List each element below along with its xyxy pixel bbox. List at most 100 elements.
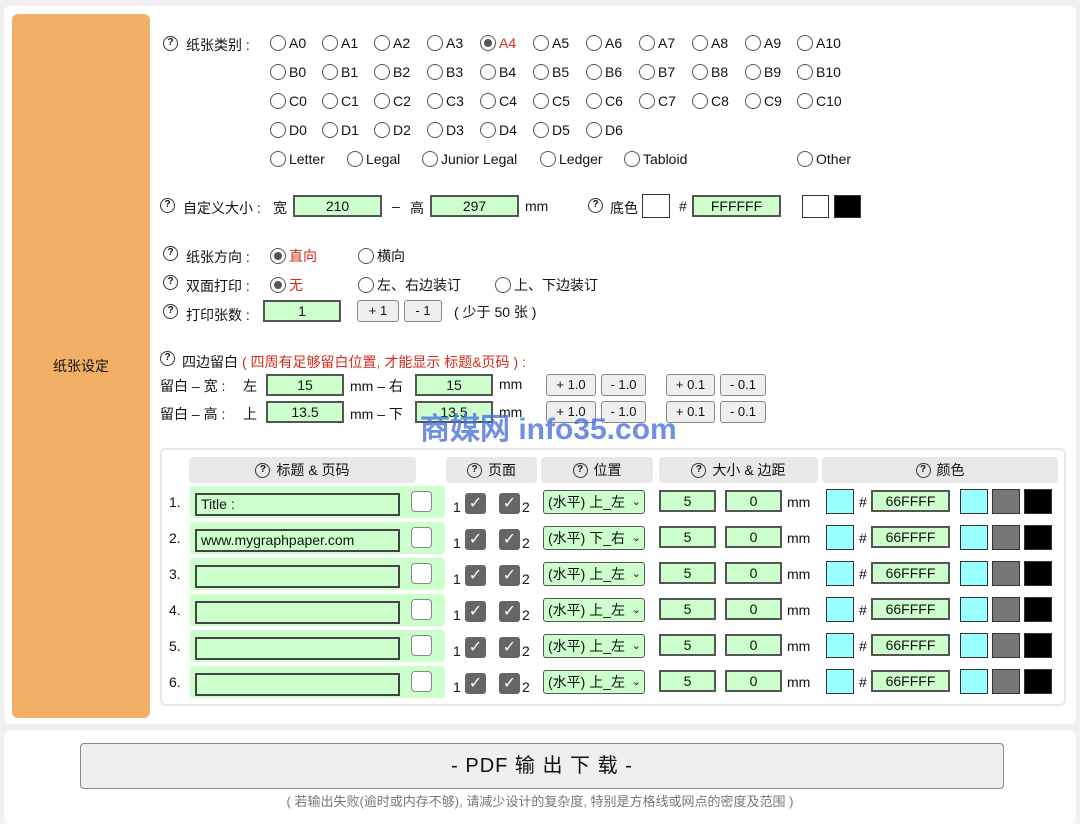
header-margin-input[interactable]: 0 xyxy=(725,598,782,620)
orientation-help-icon[interactable]: ? xyxy=(163,246,178,261)
radio-circle[interactable] xyxy=(374,35,390,51)
paper-size-d6[interactable]: D6 xyxy=(586,122,623,138)
header-color-swatch[interactable] xyxy=(992,669,1020,694)
page-1-checkbox[interactable]: ✓ xyxy=(465,493,486,514)
radio-circle[interactable] xyxy=(745,93,761,109)
page-2-checkbox[interactable]: ✓ xyxy=(499,601,520,622)
page-2-checkbox[interactable]: ✓ xyxy=(499,637,520,658)
radio-circle[interactable] xyxy=(533,64,549,80)
radio-circle[interactable] xyxy=(480,93,496,109)
paper-type-help-icon[interactable]: ? xyxy=(163,36,178,51)
paper-size-b9[interactable]: B9 xyxy=(745,64,781,80)
position-select[interactable]: (水平) 上_左 ⌄ xyxy=(543,562,645,586)
paper-size-c4[interactable]: C4 xyxy=(480,93,517,109)
radio-circle[interactable] xyxy=(540,151,556,167)
orientation-landscape[interactable]: 横向 xyxy=(358,246,405,266)
header-text-input[interactable] xyxy=(195,565,400,588)
radio-circle[interactable] xyxy=(374,122,390,138)
copies-plus-button[interactable]: + 1 xyxy=(357,300,399,322)
radio-circle[interactable] xyxy=(797,35,813,51)
paper-size-a9[interactable]: A9 xyxy=(745,35,781,51)
orientation-portrait[interactable]: 直向 xyxy=(270,246,317,266)
radio-circle[interactable] xyxy=(639,64,655,80)
black-swatch[interactable] xyxy=(834,195,861,218)
radio-circle[interactable] xyxy=(427,93,443,109)
margin-step-button-0-0[interactable]: + 1.0 xyxy=(546,374,596,396)
paper-size-a8[interactable]: A8 xyxy=(692,35,728,51)
radio-circle[interactable] xyxy=(586,35,602,51)
header-text-input[interactable] xyxy=(195,637,400,660)
paper-size-b8[interactable]: B8 xyxy=(692,64,728,80)
header-color-swatch[interactable] xyxy=(992,597,1020,622)
radio-circle[interactable] xyxy=(797,151,813,167)
margin-step-button-0-2[interactable]: + 0.1 xyxy=(666,374,715,396)
font-size-input[interactable]: 5 xyxy=(659,526,716,548)
font-size-input[interactable]: 5 xyxy=(659,490,716,512)
white-swatch[interactable] xyxy=(802,195,829,218)
font-size-input[interactable]: 5 xyxy=(659,562,716,584)
paper-size-b10[interactable]: B10 xyxy=(797,64,841,80)
header-text-input[interactable]: www.mygraphpaper.com xyxy=(195,529,400,552)
header-color-input[interactable]: 66FFFF xyxy=(871,562,950,584)
header-text-input[interactable] xyxy=(195,601,400,624)
page-2-checkbox[interactable]: ✓ xyxy=(499,493,520,514)
header-color-swatch[interactable] xyxy=(960,633,988,658)
paper-size-c0[interactable]: C0 xyxy=(270,93,307,109)
radio-circle[interactable] xyxy=(639,93,655,109)
pdf-download-button[interactable]: - PDF 输 出 下 载 - xyxy=(80,743,1004,789)
paper-size-c5[interactable]: C5 xyxy=(533,93,570,109)
header-color-swatch[interactable] xyxy=(1024,597,1052,622)
radio-circle[interactable] xyxy=(322,64,338,80)
header-color-input[interactable]: 66FFFF xyxy=(871,670,950,692)
position-select[interactable]: (水平) 上_左 ⌄ xyxy=(543,670,645,694)
paper-size-c3[interactable]: C3 xyxy=(427,93,464,109)
paper-size-b7[interactable]: B7 xyxy=(639,64,675,80)
header-color-preview[interactable] xyxy=(826,489,854,514)
paper-size-b5[interactable]: B5 xyxy=(533,64,569,80)
radio-circle[interactable] xyxy=(427,35,443,51)
radio-circle[interactable] xyxy=(692,64,708,80)
radio-circle[interactable] xyxy=(480,64,496,80)
paper-size-a2[interactable]: A2 xyxy=(374,35,410,51)
copies-help-icon[interactable]: ? xyxy=(163,304,178,319)
header-enable-checkbox[interactable] xyxy=(411,599,432,620)
header-margin-input[interactable]: 0 xyxy=(725,562,782,584)
radio-circle[interactable] xyxy=(270,93,286,109)
page-1-checkbox[interactable]: ✓ xyxy=(465,601,486,622)
paper-size-d4[interactable]: D4 xyxy=(480,122,517,138)
radio-circle[interactable] xyxy=(797,64,813,80)
header-enable-checkbox[interactable] xyxy=(411,671,432,692)
paper-size-a0[interactable]: A0 xyxy=(270,35,306,51)
radio-circle[interactable] xyxy=(347,151,363,167)
background-color-input[interactable]: FFFFFF xyxy=(692,195,781,217)
paper-size-c6[interactable]: C6 xyxy=(586,93,623,109)
header-color-input[interactable]: 66FFFF xyxy=(871,598,950,620)
radio-circle[interactable] xyxy=(322,122,338,138)
custom-height-input[interactable]: 297 xyxy=(430,195,519,217)
header-color-swatch[interactable] xyxy=(992,489,1020,514)
paper-size-d1[interactable]: D1 xyxy=(322,122,359,138)
radio-circle[interactable] xyxy=(374,93,390,109)
paper-size-a3[interactable]: A3 xyxy=(427,35,463,51)
radio-circle[interactable] xyxy=(586,64,602,80)
header-color-input[interactable]: 66FFFF xyxy=(871,490,950,512)
paper-size-d3[interactable]: D3 xyxy=(427,122,464,138)
header-color-input[interactable]: 66FFFF xyxy=(871,634,950,656)
page-1-checkbox[interactable]: ✓ xyxy=(465,637,486,658)
page-2-checkbox[interactable]: ✓ xyxy=(499,673,520,694)
paper-size-legal[interactable]: Legal xyxy=(347,151,400,167)
paper-size-b3[interactable]: B3 xyxy=(427,64,463,80)
paper-size-junior-legal[interactable]: Junior Legal xyxy=(422,151,517,167)
paper-size-a6[interactable]: A6 xyxy=(586,35,622,51)
radio-circle[interactable] xyxy=(480,35,496,51)
radio-circle[interactable] xyxy=(270,122,286,138)
margins-help-icon[interactable]: ? xyxy=(160,351,175,366)
radio-circle[interactable] xyxy=(586,122,602,138)
paper-size-letter[interactable]: Letter xyxy=(270,151,325,167)
position-select[interactable]: (水平) 上_左 ⌄ xyxy=(543,598,645,622)
custom-size-help-icon[interactable]: ? xyxy=(160,198,175,213)
radio-circle[interactable] xyxy=(624,151,640,167)
header-color-swatch[interactable] xyxy=(1024,561,1052,586)
help-icon[interactable]: ? xyxy=(572,462,588,478)
position-select[interactable]: (水平) 上_左 ⌄ xyxy=(543,490,645,514)
